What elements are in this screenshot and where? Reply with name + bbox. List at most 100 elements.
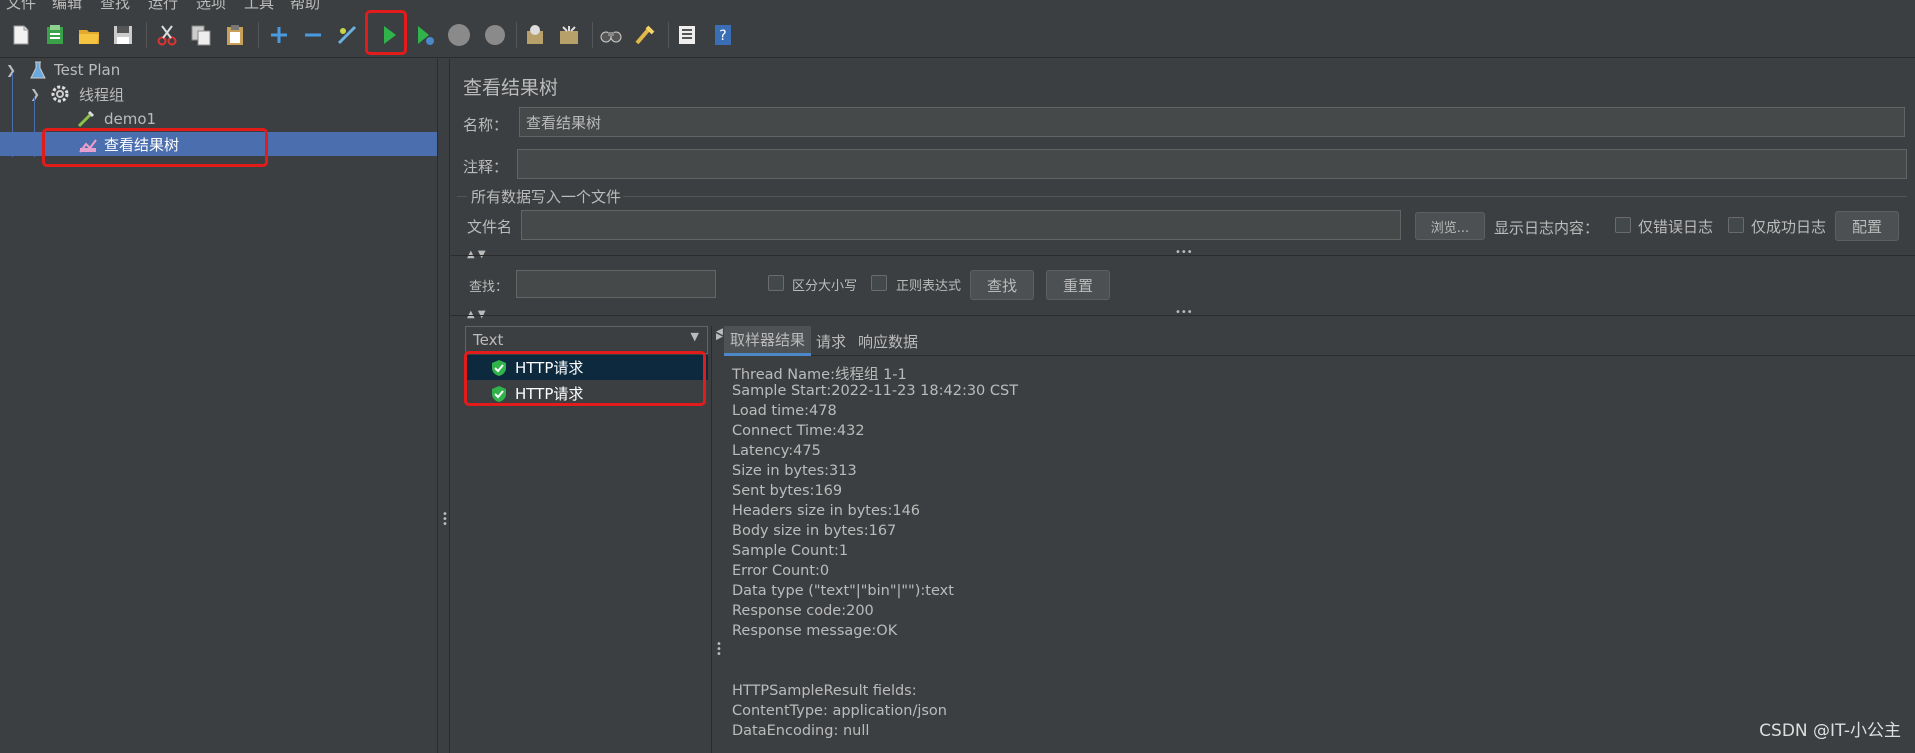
regex-checkbox[interactable] — [871, 275, 887, 291]
tree-item-thread-group[interactable]: ❯ 线程组 — [0, 82, 437, 106]
result-detail-line: Response code:200 — [732, 603, 874, 619]
result-detail-line: Error Count:0 — [732, 563, 830, 579]
result-detail-line: Size in bytes:313 — [732, 463, 857, 479]
stop-icon[interactable] — [446, 22, 472, 48]
menu-edit[interactable]: 编辑 — [52, 0, 82, 12]
menu-search[interactable]: 查找 — [100, 0, 130, 12]
tab-sampler-result[interactable]: 取样器结果 — [724, 326, 812, 356]
templates-icon[interactable] — [42, 22, 68, 48]
splitter-arrows-icon[interactable]: ▲ ▼ — [467, 309, 486, 320]
success-only-checkbox[interactable] — [1728, 217, 1744, 233]
success-shield-icon — [492, 385, 506, 402]
tree-item-test-plan[interactable]: ❯ Test Plan — [0, 58, 437, 82]
tree-item-label: 线程组 — [79, 85, 125, 104]
success-only-label: 仅成功日志 — [1751, 218, 1827, 236]
result-item[interactable]: HTTP请求 — [465, 381, 708, 406]
config-button[interactable]: 配置 — [1835, 211, 1899, 241]
paste-icon[interactable] — [222, 22, 248, 48]
result-detail-line: Headers size in bytes:146 — [732, 503, 921, 519]
vertical-splitter[interactable]: • • • — [438, 59, 450, 753]
save-icon[interactable] — [110, 22, 136, 48]
test-plan-tree: ❯ Test Plan ❯ 线程组 demo1 查看结果树 — [0, 59, 438, 753]
gear-icon — [51, 85, 69, 103]
errors-only-checkbox[interactable] — [1615, 217, 1631, 233]
comment-field[interactable] — [517, 149, 1907, 179]
toolbar: ? — [0, 12, 1915, 58]
page-title: 查看结果树 — [463, 77, 559, 99]
tree-item-label: demo1 — [104, 110, 157, 128]
result-detail-line: HTTPSampleResult fields: — [732, 683, 917, 699]
result-item-label: HTTP请求 — [515, 385, 584, 403]
tab-response-data[interactable]: 响应数据 — [852, 326, 924, 356]
result-detail-line: Data type ("text"|"bin"|""):text — [732, 583, 954, 599]
function-helper-icon[interactable] — [674, 22, 700, 48]
renderer-select[interactable]: Text ▼ — [465, 326, 708, 354]
help-icon[interactable]: ? — [710, 22, 736, 48]
result-detail-line: Sent bytes:169 — [732, 483, 843, 499]
reset-search-icon[interactable] — [632, 22, 658, 48]
svg-text:?: ? — [719, 28, 726, 44]
filename-label: 文件名 — [467, 218, 513, 236]
watermark: CSDN @IT-小公主 — [1759, 721, 1901, 741]
splitter-handle[interactable]: ••• — [1175, 247, 1193, 258]
shutdown-icon[interactable] — [482, 22, 508, 48]
case-sensitive-label: 区分大小写 — [792, 279, 858, 294]
menubar: 文件 编辑 查找 运行 选项 工具 帮助 — [0, 0, 1915, 12]
collapse-arrow-icon[interactable]: ◀ ▶ — [716, 328, 723, 342]
result-detail-line: Load time:478 — [732, 403, 837, 419]
tree-item-demo1[interactable]: demo1 — [0, 107, 437, 131]
menu-options[interactable]: 选项 — [196, 0, 226, 12]
success-shield-icon — [492, 359, 506, 376]
start-icon[interactable] — [376, 22, 402, 48]
browse-button[interactable]: 浏览... — [1415, 212, 1485, 240]
name-label: 名称： — [463, 116, 509, 134]
result-detail-line: Thread Name:线程组 1-1 — [732, 367, 907, 383]
tree-item-label: Test Plan — [54, 61, 121, 79]
new-icon[interactable] — [8, 22, 34, 48]
log-content-label: 显示日志内容： — [1494, 219, 1600, 237]
start-no-pauses-icon[interactable] — [412, 22, 438, 48]
result-detail-line: Body size in bytes:167 — [732, 523, 897, 539]
result-detail-line: DataEncoding: null — [732, 723, 870, 739]
clear-icon[interactable] — [522, 22, 548, 48]
menu-help[interactable]: 帮助 — [290, 0, 320, 12]
copy-icon[interactable] — [188, 22, 214, 48]
toggle-icon[interactable] — [334, 22, 360, 48]
pipette-icon — [77, 110, 95, 128]
reset-button[interactable]: 重置 — [1046, 270, 1110, 300]
open-icon[interactable] — [76, 22, 102, 48]
result-detail-line: Sample Count:1 — [732, 543, 849, 559]
name-field[interactable]: 查看结果树 — [519, 107, 1905, 137]
splitter-handle[interactable]: ••• — [1175, 307, 1193, 318]
regex-label: 正则表达式 — [896, 279, 962, 294]
splitter-arrows-icon[interactable]: ▲ ▼ — [467, 249, 486, 260]
menu-run[interactable]: 运行 — [148, 0, 178, 12]
result-tabs: 取样器结果 请求 响应数据 — [724, 326, 1915, 356]
case-sensitive-checkbox[interactable] — [768, 275, 784, 291]
result-detail-line: Response message:OK — [732, 623, 898, 639]
sample-result-list: Text ▼ HTTP请求 HTTP请求 — [465, 326, 712, 753]
result-detail-line: Connect Time:432 — [732, 423, 865, 439]
result-detail-line: Sample Start:2022-11-23 18:42:30 CST — [732, 383, 1019, 399]
tab-request[interactable]: 请求 — [810, 326, 852, 356]
expand-icon[interactable] — [266, 22, 292, 48]
tree-item-label: 查看结果树 — [104, 135, 180, 154]
splitter-handle[interactable]: ••• — [716, 640, 722, 660]
search-input[interactable] — [516, 270, 716, 298]
search-icon[interactable] — [598, 22, 624, 48]
find-button[interactable]: 查找 — [970, 270, 1034, 300]
menu-file[interactable]: 文件 — [6, 0, 36, 12]
result-item-label: HTTP请求 — [515, 359, 584, 377]
comment-label: 注释： — [463, 158, 509, 176]
cut-icon[interactable] — [154, 22, 180, 48]
chevron-down-icon: ▼ — [690, 330, 699, 343]
sampler-result-text: Thread Name:线程组 1-1 Sample Start:2022-11-… — [724, 357, 1915, 753]
menu-tools[interactable]: 工具 — [244, 0, 274, 12]
tree-item-results-tree[interactable]: 查看结果树 — [0, 132, 437, 156]
flask-icon — [30, 61, 46, 79]
chevron-down-icon[interactable]: ❯ — [30, 87, 40, 101]
collapse-icon[interactable] — [300, 22, 326, 48]
result-item[interactable]: HTTP请求 — [465, 355, 708, 380]
filename-field[interactable] — [521, 210, 1401, 240]
clear-all-icon[interactable] — [556, 22, 582, 48]
